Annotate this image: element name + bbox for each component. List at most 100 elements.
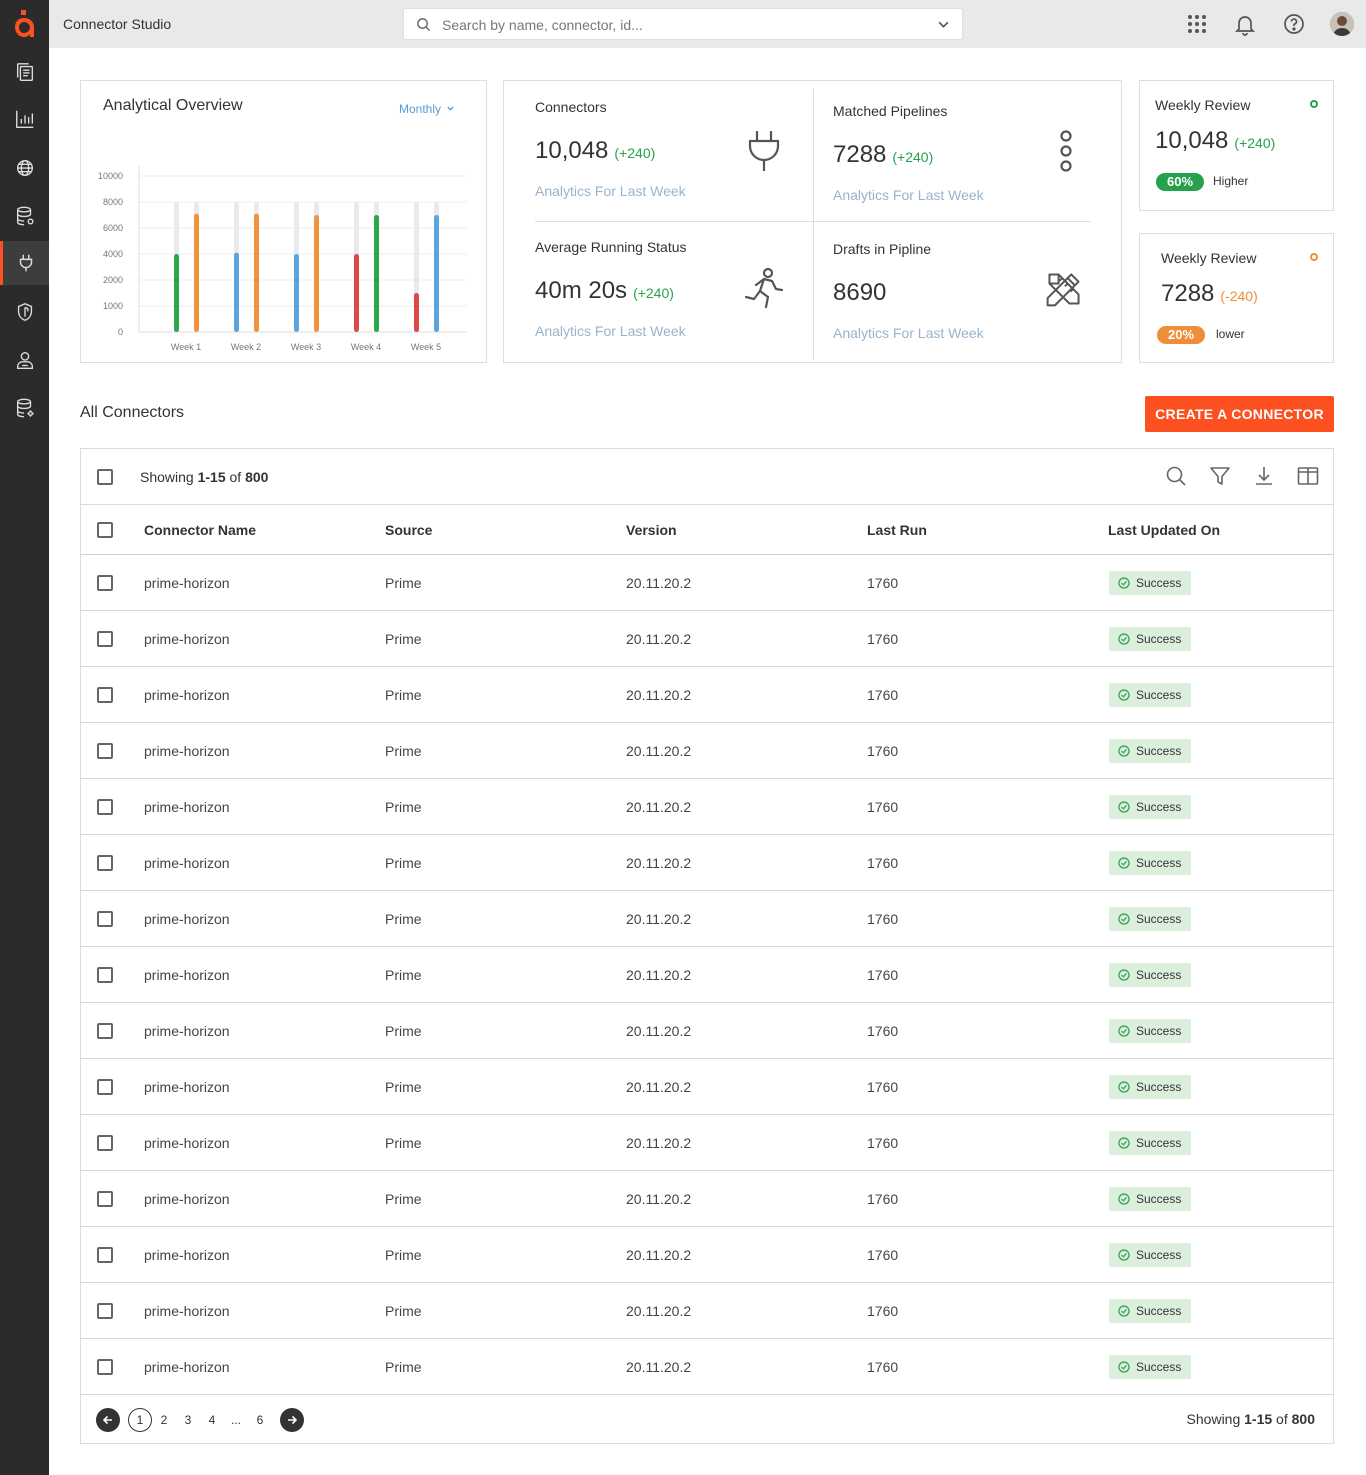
cell-connector-name[interactable]: prime-horizon	[144, 1135, 230, 1151]
table-row[interactable]: prime-horizon Prime 20.11.20.2 1760 Success	[81, 835, 1333, 891]
table-row[interactable]: prime-horizon Prime 20.11.20.2 1760 Success	[81, 667, 1333, 723]
row-checkbox[interactable]	[97, 687, 113, 703]
column-header-version[interactable]: Version	[626, 522, 677, 538]
column-header-connector-name[interactable]: Connector Name	[144, 522, 256, 538]
table-row[interactable]: prime-horizon Prime 20.11.20.2 1760 Success	[81, 611, 1333, 667]
table-row[interactable]: prime-horizon Prime 20.11.20.2 1760 Success	[81, 947, 1333, 1003]
help-icon[interactable]	[1282, 12, 1306, 36]
cell-version: 20.11.20.2	[626, 1079, 692, 1095]
cell-connector-name[interactable]: prime-horizon	[144, 631, 230, 647]
sidebar-item-security[interactable]	[0, 290, 49, 334]
row-checkbox[interactable]	[97, 1191, 113, 1207]
page-3[interactable]: 3	[176, 1408, 200, 1432]
bar[interactable]	[374, 215, 379, 332]
row-checkbox[interactable]	[97, 1135, 113, 1151]
table-row[interactable]: prime-horizon Prime 20.11.20.2 1760 Success	[81, 1227, 1333, 1283]
cell-connector-name[interactable]: prime-horizon	[144, 1191, 230, 1207]
next-page-button[interactable]	[280, 1408, 304, 1432]
row-checkbox[interactable]	[97, 1023, 113, 1039]
pipeline-nodes-icon	[1060, 130, 1072, 172]
table-row[interactable]: prime-horizon Prime 20.11.20.2 1760 Success	[81, 723, 1333, 779]
table-row[interactable]: prime-horizon Prime 20.11.20.2 1760 Success	[81, 1171, 1333, 1227]
search-input[interactable]	[442, 15, 922, 35]
sidebar-item-documents[interactable]	[0, 50, 49, 94]
bar[interactable]	[174, 254, 179, 332]
cell-connector-name[interactable]: prime-horizon	[144, 911, 230, 927]
table-row[interactable]: prime-horizon Prime 20.11.20.2 1760 Success	[81, 1003, 1333, 1059]
cell-connector-name[interactable]: prime-horizon	[144, 1023, 230, 1039]
download-icon[interactable]	[1253, 465, 1275, 487]
prev-page-button[interactable]	[96, 1408, 120, 1432]
sidebar-item-database[interactable]	[0, 194, 49, 238]
cell-connector-name[interactable]: prime-horizon	[144, 1247, 230, 1263]
cell-source: Prime	[385, 631, 422, 647]
sidebar-item-users[interactable]	[0, 338, 49, 382]
cell-connector-name[interactable]: prime-horizon	[144, 855, 230, 871]
cell-last-run: 1760	[867, 1135, 899, 1151]
cell-connector-name[interactable]: prime-horizon	[144, 799, 230, 815]
page-2[interactable]: 2	[152, 1408, 176, 1432]
row-checkbox[interactable]	[97, 911, 113, 927]
apps-grid-icon[interactable]	[1185, 12, 1209, 36]
row-checkbox[interactable]	[97, 743, 113, 759]
cell-connector-name[interactable]: prime-horizon	[144, 1303, 230, 1319]
row-checkbox[interactable]	[97, 967, 113, 983]
avatar[interactable]	[1330, 12, 1354, 36]
row-checkbox[interactable]	[97, 575, 113, 591]
chevron-down-icon[interactable]	[937, 18, 950, 31]
table-row[interactable]: prime-horizon Prime 20.11.20.2 1760 Success	[81, 1059, 1333, 1115]
y-tick-label: 10000	[98, 171, 123, 181]
cell-connector-name[interactable]: prime-horizon	[144, 967, 230, 983]
table-row[interactable]: prime-horizon Prime 20.11.20.2 1760 Success	[81, 779, 1333, 835]
brand-logo[interactable]	[12, 10, 36, 38]
cell-connector-name[interactable]: prime-horizon	[144, 575, 230, 591]
row-checkbox[interactable]	[97, 1303, 113, 1319]
header-checkbox[interactable]	[97, 522, 113, 538]
bar[interactable]	[294, 254, 299, 332]
page-4[interactable]: 4	[200, 1408, 224, 1432]
bar[interactable]	[434, 215, 439, 332]
cell-version: 20.11.20.2	[626, 967, 692, 983]
row-checkbox[interactable]	[97, 799, 113, 815]
sidebar-item-analytics[interactable]	[0, 97, 49, 141]
table-row[interactable]: prime-horizon Prime 20.11.20.2 1760 Success	[81, 555, 1333, 611]
sidebar-item-connectors[interactable]	[0, 241, 49, 285]
cell-connector-name[interactable]: prime-horizon	[144, 687, 230, 703]
bar[interactable]	[194, 213, 199, 332]
columns-icon[interactable]	[1297, 465, 1319, 487]
search-icon[interactable]	[1165, 465, 1187, 487]
cell-connector-name[interactable]: prime-horizon	[144, 1079, 230, 1095]
row-checkbox[interactable]	[97, 1359, 113, 1375]
arrow-right-icon	[288, 1415, 298, 1425]
column-header-last-updated[interactable]: Last Updated On	[1108, 522, 1220, 538]
row-checkbox[interactable]	[97, 855, 113, 871]
column-header-last-run[interactable]: Last Run	[867, 522, 927, 538]
table-row[interactable]: prime-horizon Prime 20.11.20.2 1760 Success	[81, 1115, 1333, 1171]
page-6[interactable]: 6	[248, 1408, 272, 1432]
bar[interactable]	[314, 215, 319, 332]
bar[interactable]	[414, 293, 419, 332]
create-connector-button[interactable]: CREATE A CONNECTOR	[1145, 396, 1334, 432]
cell-connector-name[interactable]: prime-horizon	[144, 743, 230, 759]
row-checkbox[interactable]	[97, 631, 113, 647]
row-checkbox[interactable]	[97, 1247, 113, 1263]
status-label: Success	[1136, 1136, 1182, 1150]
bar[interactable]	[234, 252, 239, 332]
cell-connector-name[interactable]: prime-horizon	[144, 1359, 230, 1375]
weekly-note: Higher	[1213, 174, 1249, 188]
table-row[interactable]: prime-horizon Prime 20.11.20.2 1760 Success	[81, 1283, 1333, 1339]
column-header-source[interactable]: Source	[385, 522, 432, 538]
row-checkbox[interactable]	[97, 1079, 113, 1095]
period-dropdown[interactable]: Monthly	[399, 102, 455, 116]
search-box[interactable]	[403, 8, 963, 40]
bar[interactable]	[254, 213, 259, 332]
sidebar-item-data-settings[interactable]	[0, 386, 49, 430]
filter-icon[interactable]	[1209, 465, 1231, 487]
page-1[interactable]: 1	[128, 1408, 152, 1432]
table-row[interactable]: prime-horizon Prime 20.11.20.2 1760 Success	[81, 891, 1333, 947]
sidebar-item-globe[interactable]	[0, 146, 49, 190]
bar[interactable]	[354, 254, 359, 332]
select-all-checkbox[interactable]	[97, 469, 113, 485]
bell-icon[interactable]	[1233, 12, 1257, 36]
table-row[interactable]: prime-horizon Prime 20.11.20.2 1760 Success	[81, 1339, 1333, 1395]
